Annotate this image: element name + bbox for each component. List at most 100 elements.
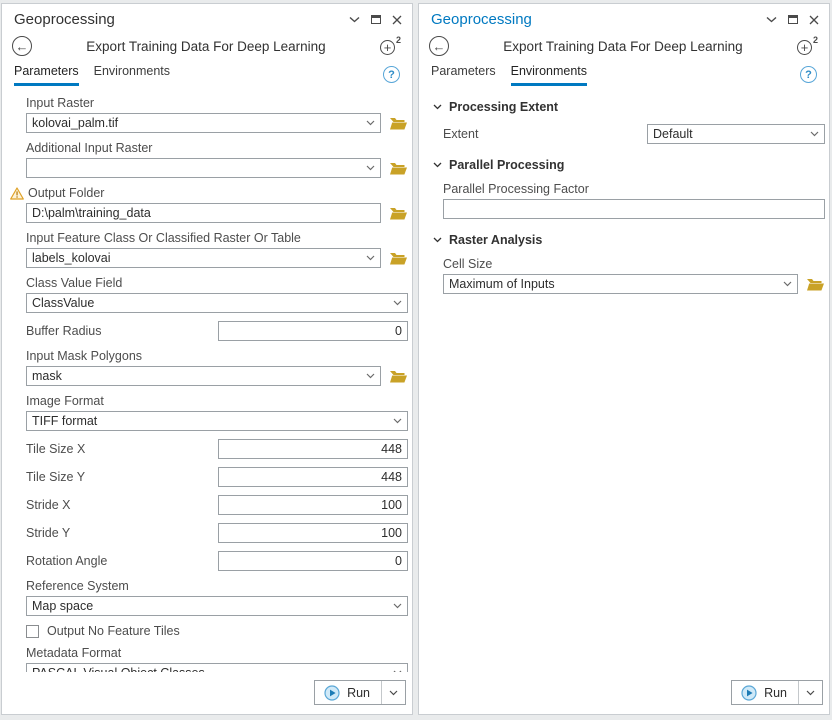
browse-folder-button[interactable] xyxy=(389,206,408,221)
help-button[interactable]: ? xyxy=(383,66,400,83)
field-label: Cell Size xyxy=(443,257,825,271)
output-no-feature-tiles-checkbox[interactable] xyxy=(26,625,39,638)
field-label: Class Value Field xyxy=(26,276,408,290)
plus-circle-icon: + xyxy=(797,40,812,55)
tile-size-y-input[interactable]: 448 xyxy=(218,467,408,487)
parallel-processing-factor-input[interactable] xyxy=(443,199,825,219)
field-label: Buffer Radius xyxy=(26,324,218,338)
browse-folder-button[interactable] xyxy=(806,277,825,292)
browse-folder-button[interactable] xyxy=(389,116,408,131)
chevron-down-icon xyxy=(806,690,815,696)
panel-titlebar: Geoprocessing xyxy=(2,4,412,30)
tile-size-x-input[interactable]: 448 xyxy=(218,439,408,459)
dock-icon[interactable] xyxy=(371,15,381,24)
field-label: Input Raster xyxy=(26,96,408,110)
reference-system-combobox[interactable]: Map space xyxy=(26,596,408,616)
environments-count-badge[interactable]: + 2 xyxy=(380,36,402,56)
combobox-value: ClassValue xyxy=(27,296,393,310)
chevron-down-icon xyxy=(393,418,407,424)
chevron-down-icon[interactable] xyxy=(766,16,777,23)
section-processing-extent[interactable]: Processing Extent xyxy=(433,100,825,114)
back-button[interactable]: ← xyxy=(429,36,449,56)
field-label: Input Mask Polygons xyxy=(26,349,408,363)
field-label: Extent xyxy=(443,127,647,141)
field-label: Input Feature Class Or Classified Raster… xyxy=(26,231,408,245)
tab-parameters[interactable]: Parameters xyxy=(14,64,79,86)
environments-form: Processing Extent Extent Default Paralle… xyxy=(419,86,829,672)
stride-x-input[interactable]: 100 xyxy=(218,495,408,515)
folder-icon xyxy=(389,161,408,176)
run-button[interactable]: Run xyxy=(732,681,798,704)
tab-bar: Parameters Environments ? xyxy=(2,60,412,86)
run-label: Run xyxy=(764,686,787,700)
tab-bar: Parameters Environments ? xyxy=(419,60,829,86)
chevron-down-icon xyxy=(389,690,398,696)
checkbox-label: Output No Feature Tiles xyxy=(47,624,180,638)
chevron-down-icon xyxy=(810,131,824,137)
extent-combobox[interactable]: Default xyxy=(647,124,825,144)
run-dropdown-button[interactable] xyxy=(799,681,822,704)
close-icon[interactable] xyxy=(392,15,402,25)
section-raster-analysis[interactable]: Raster Analysis xyxy=(433,233,825,247)
chevron-down-icon xyxy=(366,255,380,261)
input-mask-polygons-combobox[interactable]: mask xyxy=(26,366,381,386)
run-label: Run xyxy=(347,686,370,700)
run-button-group: Run xyxy=(731,680,823,705)
tab-environments[interactable]: Environments xyxy=(94,64,170,86)
combobox-value: kolovai_palm.tif xyxy=(27,116,366,130)
run-play-icon xyxy=(324,685,340,701)
warning-icon xyxy=(10,187,24,200)
rotation-angle-input[interactable]: 0 xyxy=(218,551,408,571)
panel-footer: Run xyxy=(2,672,412,714)
browse-folder-button[interactable] xyxy=(389,369,408,384)
combobox-value: labels_kolovai xyxy=(27,251,366,265)
folder-icon xyxy=(389,206,408,221)
additional-input-raster-combobox[interactable] xyxy=(26,158,381,178)
badge-count: 2 xyxy=(813,35,818,45)
folder-icon xyxy=(389,251,408,266)
folder-icon xyxy=(389,369,408,384)
back-button[interactable]: ← xyxy=(12,36,32,56)
geoprocessing-panel-parameters: Geoprocessing ← Export Training Data For… xyxy=(1,3,413,715)
help-button[interactable]: ? xyxy=(800,66,817,83)
run-play-icon xyxy=(741,685,757,701)
folder-icon xyxy=(389,116,408,131)
combobox-value: Default xyxy=(648,127,810,141)
folder-icon xyxy=(806,277,825,292)
field-label: Stride Y xyxy=(26,526,218,540)
field-label: Output Folder xyxy=(28,186,104,200)
tool-header: ← Export Training Data For Deep Learning… xyxy=(2,30,412,60)
dock-icon[interactable] xyxy=(788,15,798,24)
input-feature-class-combobox[interactable]: labels_kolovai xyxy=(26,248,381,268)
back-arrow-icon: ← xyxy=(16,40,29,53)
close-icon[interactable] xyxy=(809,15,819,25)
environments-count-badge[interactable]: + 2 xyxy=(797,36,819,56)
run-button[interactable]: Run xyxy=(315,681,381,704)
browse-folder-button[interactable] xyxy=(389,251,408,266)
browse-folder-button[interactable] xyxy=(389,161,408,176)
collapse-chevron-icon xyxy=(433,104,442,110)
run-dropdown-button[interactable] xyxy=(382,681,405,704)
combobox-value: Maximum of Inputs xyxy=(444,277,783,291)
field-label: Image Format xyxy=(26,394,408,408)
back-arrow-icon: ← xyxy=(433,40,446,53)
image-format-combobox[interactable]: TIFF format xyxy=(26,411,408,431)
cell-size-combobox[interactable]: Maximum of Inputs xyxy=(443,274,798,294)
buffer-radius-input[interactable]: 0 xyxy=(218,321,408,341)
stride-y-input[interactable]: 100 xyxy=(218,523,408,543)
field-label: Tile Size X xyxy=(26,442,218,456)
input-raster-combobox[interactable]: kolovai_palm.tif xyxy=(26,113,381,133)
field-label: Additional Input Raster xyxy=(26,141,408,155)
tool-title: Export Training Data For Deep Learning xyxy=(32,39,380,54)
output-folder-input[interactable]: D:\palm\training_data xyxy=(26,203,381,223)
section-parallel-processing[interactable]: Parallel Processing xyxy=(433,158,825,172)
question-icon: ? xyxy=(388,69,395,81)
panel-title: Geoprocessing xyxy=(431,11,766,28)
chevron-down-icon[interactable] xyxy=(349,16,360,23)
class-value-field-combobox[interactable]: ClassValue xyxy=(26,293,408,313)
chevron-down-icon xyxy=(393,603,407,609)
metadata-format-combobox[interactable]: PASCAL Visual Object Classes xyxy=(26,663,408,672)
tab-parameters[interactable]: Parameters xyxy=(431,64,496,86)
tab-environments[interactable]: Environments xyxy=(511,64,587,86)
combobox-value: mask xyxy=(27,369,366,383)
